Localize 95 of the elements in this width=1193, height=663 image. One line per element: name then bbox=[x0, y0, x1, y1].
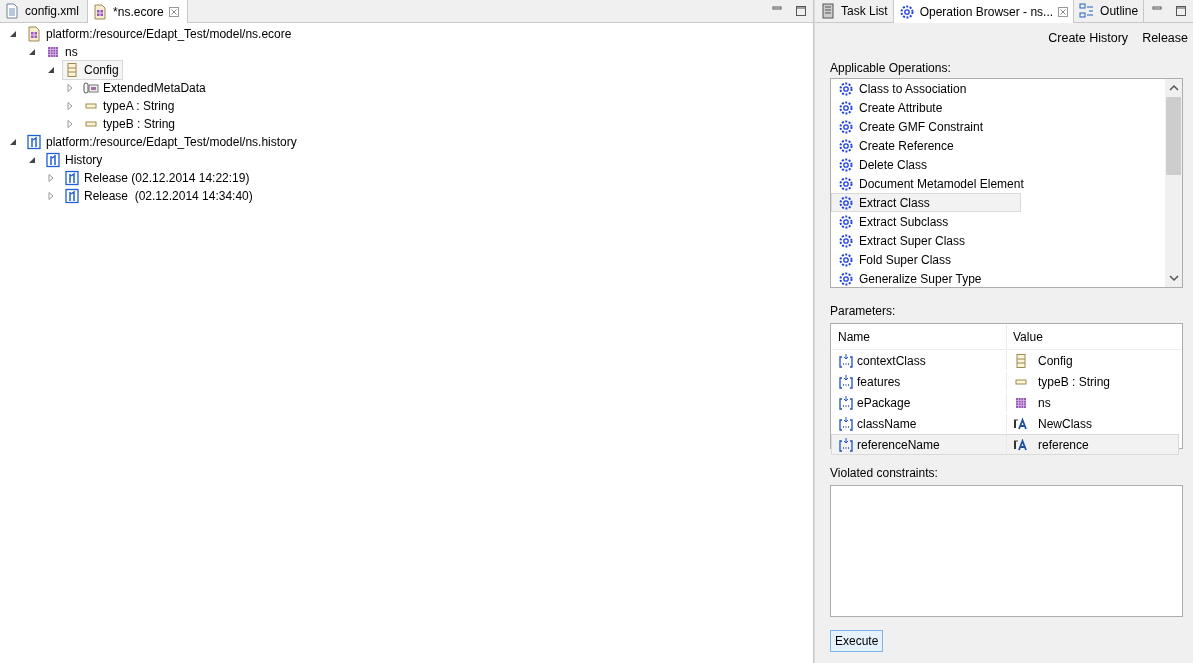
table-cell: NewClass bbox=[1038, 416, 1092, 431]
class-icon bbox=[64, 62, 80, 78]
list-item[interactable]: Create GMF Constraint bbox=[831, 117, 1021, 136]
list-item[interactable]: Create Attribute bbox=[831, 98, 1021, 117]
list-item[interactable]: Create Reference bbox=[831, 136, 1021, 155]
view-tab[interactable]: Operation Browser - ns... bbox=[893, 0, 1075, 23]
expand-arrow-icon[interactable] bbox=[65, 83, 75, 93]
gear-icon bbox=[898, 3, 915, 20]
gear-icon bbox=[838, 251, 854, 268]
table-cell: typeB : String bbox=[1038, 374, 1111, 389]
column-header[interactable]: Value bbox=[1007, 325, 1043, 349]
list-item[interactable]: Delete Class bbox=[831, 155, 1021, 174]
table-row[interactable]: contextClass Config bbox=[831, 350, 1179, 371]
gear-icon bbox=[838, 118, 854, 135]
gear-icon bbox=[838, 156, 854, 173]
clipboard-icon bbox=[820, 3, 836, 19]
gear-icon bbox=[838, 194, 854, 211]
table-row[interactable]: features typeB : String bbox=[831, 371, 1179, 392]
class-icon bbox=[1013, 352, 1029, 369]
gear-icon bbox=[838, 137, 854, 154]
view-tab[interactable]: Outline bbox=[1074, 0, 1145, 22]
collapse-arrow-icon[interactable] bbox=[27, 155, 37, 165]
column-header[interactable]: Name bbox=[832, 325, 1007, 349]
table-cell: reference bbox=[1038, 437, 1089, 452]
parameter-icon bbox=[838, 436, 854, 453]
view-tab[interactable]: Task List bbox=[815, 0, 894, 22]
expand-arrow-icon[interactable] bbox=[46, 173, 56, 183]
scrollbar[interactable] bbox=[1165, 79, 1182, 287]
tree-item[interactable]: ns bbox=[43, 42, 82, 62]
list-item[interactable]: Class to Association bbox=[831, 79, 1021, 98]
collapse-arrow-icon[interactable] bbox=[46, 65, 56, 75]
list-item[interactable]: Extract Subclass bbox=[831, 212, 1021, 231]
tree-item[interactable]: platform:/resource/Edapt_Test/model/ns.ecore bbox=[24, 24, 296, 44]
list-item[interactable]: Fold Super Class bbox=[831, 250, 1021, 269]
close-icon[interactable] bbox=[168, 6, 179, 17]
tree-item[interactable]: typeB : String bbox=[81, 114, 180, 134]
table-cell: referenceName bbox=[857, 437, 940, 452]
list-item[interactable]: Generalize Super Type bbox=[831, 269, 1021, 288]
close-icon[interactable] bbox=[1058, 6, 1069, 17]
parameter-icon bbox=[838, 373, 854, 390]
table-cell: className bbox=[857, 416, 917, 431]
collapse-arrow-icon[interactable] bbox=[27, 47, 37, 57]
gear-icon bbox=[838, 99, 854, 116]
expand-arrow-icon[interactable] bbox=[46, 191, 56, 201]
execute-button[interactable]: Execute bbox=[830, 630, 884, 652]
table-row[interactable]: referenceName reference bbox=[831, 434, 1179, 455]
tree-item[interactable]: History bbox=[43, 150, 107, 170]
tree-item[interactable]: typeA : String bbox=[81, 96, 179, 116]
tree-item[interactable]: ExtendedMetaData bbox=[81, 78, 210, 98]
parameter-icon bbox=[838, 415, 854, 432]
scroll-down-icon[interactable] bbox=[1168, 274, 1179, 282]
list-item[interactable]: Extract Super Class bbox=[831, 231, 1021, 250]
package-icon bbox=[45, 44, 61, 60]
table-cell: features bbox=[857, 374, 901, 389]
package-file-icon bbox=[26, 26, 42, 42]
table-row[interactable]: className NewClass bbox=[831, 413, 1179, 434]
table-cell: Config bbox=[1038, 353, 1073, 368]
expand-arrow-icon[interactable] bbox=[65, 101, 75, 111]
package-file-icon bbox=[92, 3, 109, 20]
table-cell: contextClass bbox=[857, 353, 926, 368]
table-row[interactable]: ePackage ns bbox=[831, 392, 1179, 413]
text-value-icon bbox=[1013, 415, 1029, 432]
gear-icon bbox=[838, 175, 854, 192]
gear-icon bbox=[838, 270, 854, 287]
gear-icon bbox=[838, 232, 854, 249]
history-icon bbox=[26, 134, 42, 150]
table-cell: ns bbox=[1038, 395, 1051, 410]
tree-item[interactable]: Release (02.12.2014 14:22:19) bbox=[62, 168, 254, 188]
text-value-icon bbox=[1013, 436, 1029, 453]
scroll-up-icon[interactable] bbox=[1168, 84, 1179, 92]
parameter-icon bbox=[838, 352, 854, 369]
section-label: Parameters: bbox=[830, 304, 897, 318]
gear-icon bbox=[838, 80, 854, 97]
tree-item[interactable]: Release (02.12.2014 14:34:40) bbox=[62, 186, 257, 206]
collapse-arrow-icon[interactable] bbox=[8, 137, 18, 147]
history-icon bbox=[45, 152, 61, 168]
toolbar-button[interactable]: Release bbox=[1142, 30, 1188, 46]
table-cell: ePackage bbox=[857, 395, 911, 410]
expand-arrow-icon[interactable] bbox=[65, 119, 75, 129]
parameter-icon bbox=[838, 394, 854, 411]
editor-tab[interactable]: *ns.ecore bbox=[88, 0, 188, 23]
outline-icon bbox=[1079, 3, 1096, 19]
editor-tab[interactable]: config.xml bbox=[0, 0, 89, 22]
collapse-arrow-icon[interactable] bbox=[8, 29, 18, 39]
gear-icon bbox=[838, 213, 854, 230]
section-label: Violated constraints: bbox=[830, 466, 939, 480]
history-icon bbox=[64, 188, 80, 204]
history-icon bbox=[64, 170, 80, 186]
document-icon bbox=[4, 3, 20, 19]
annotation-icon bbox=[83, 80, 99, 96]
list-item[interactable]: Extract Class bbox=[831, 193, 1021, 212]
section-label: Applicable Operations: bbox=[830, 61, 952, 75]
tree-item[interactable]: Config bbox=[62, 60, 123, 80]
toolbar-button[interactable]: Create History bbox=[1048, 30, 1129, 46]
tree-item[interactable]: platform:/resource/Edapt_Test/model/ns.history bbox=[24, 132, 301, 152]
